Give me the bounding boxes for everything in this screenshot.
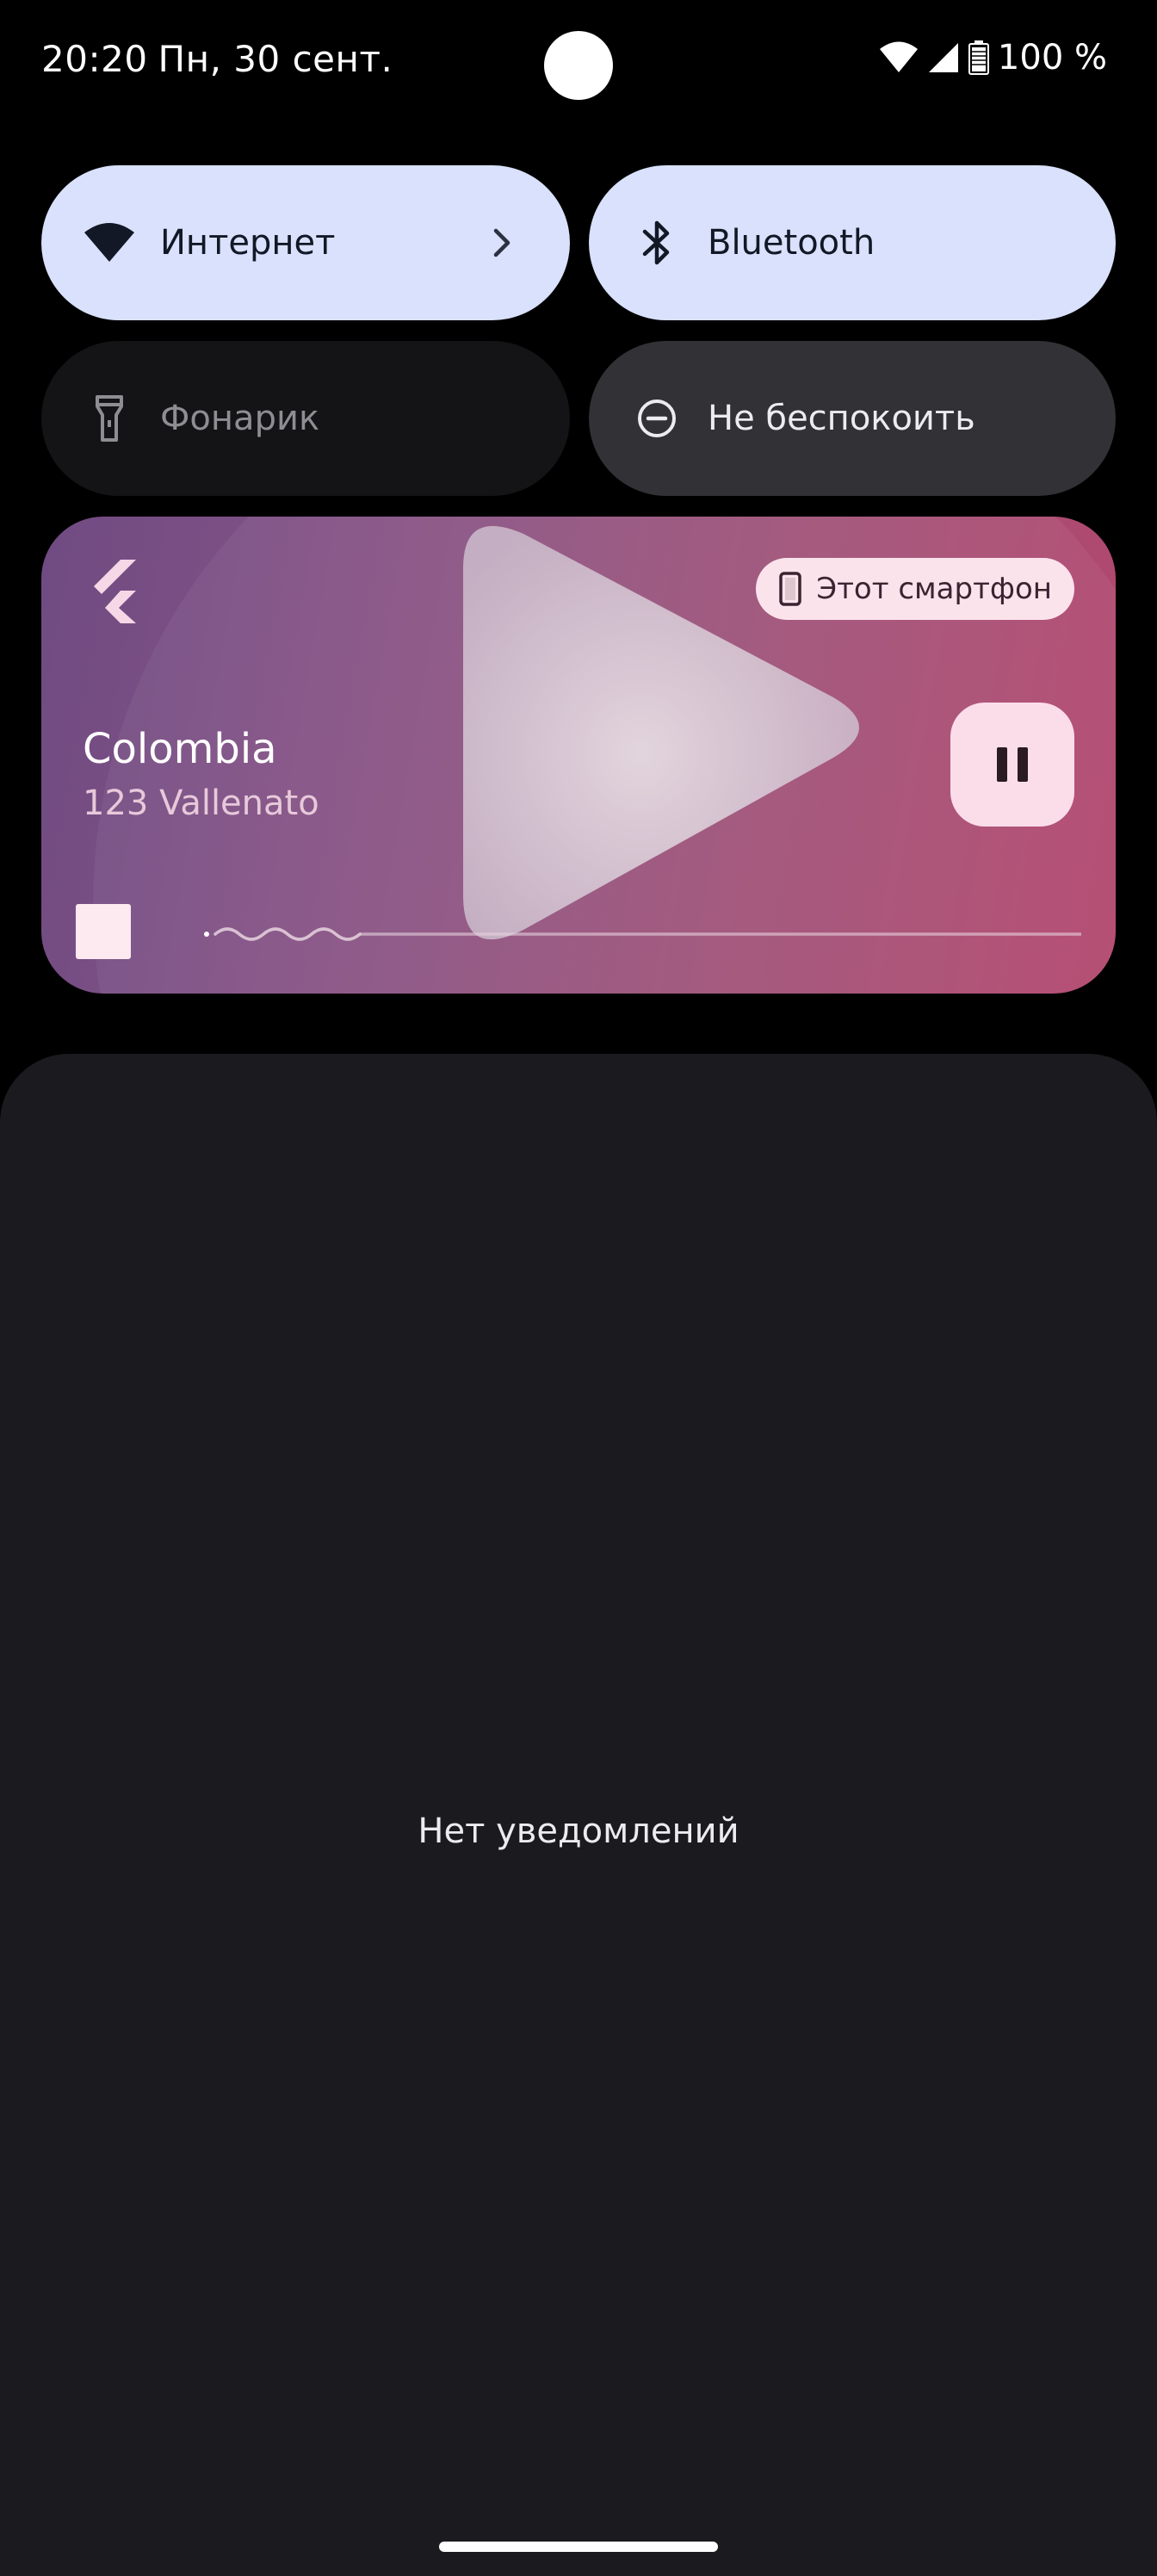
status-date: Пн, 30 сент. xyxy=(158,38,393,80)
output-device-label: Этот смартфон xyxy=(816,572,1052,606)
status-time-date: 20:20 Пн, 30 сент. xyxy=(41,38,393,80)
tile-do-not-disturb[interactable]: Не беспокоить xyxy=(589,341,1116,496)
battery-icon xyxy=(968,40,989,75)
media-artist: 123 Vallenato xyxy=(83,783,319,823)
camera-cutout xyxy=(544,31,613,100)
wifi-icon xyxy=(879,41,919,74)
flutter-logo-icon xyxy=(94,560,136,623)
notification-shade: Нет уведомлений xyxy=(0,1054,1157,2576)
media-player-card[interactable]: Этот смартфон Colombia 123 Vallenato xyxy=(41,517,1116,994)
tile-flashlight[interactable]: Фонарик xyxy=(41,341,570,496)
pause-button[interactable] xyxy=(950,703,1074,827)
tile-bluetooth-label: Bluetooth xyxy=(708,223,875,263)
tile-flashlight-label: Фонарик xyxy=(160,399,320,438)
no-notifications-text: Нет уведомлений xyxy=(418,1811,739,1851)
status-indicators: 100 % xyxy=(879,38,1107,77)
chevron-right-icon[interactable] xyxy=(475,216,529,269)
wifi-icon xyxy=(83,216,136,269)
tile-bluetooth[interactable]: Bluetooth xyxy=(589,165,1116,320)
cell-signal-icon xyxy=(927,41,960,74)
do-not-disturb-icon xyxy=(630,392,684,445)
tile-internet[interactable]: Интернет xyxy=(41,165,570,320)
smartphone-icon xyxy=(779,572,802,606)
stop-button[interactable] xyxy=(76,904,131,959)
tile-dnd-label: Не беспокоить xyxy=(708,399,975,438)
flashlight-icon xyxy=(83,392,136,445)
status-bar: 20:20 Пн, 30 сент. 100 % xyxy=(0,0,1157,129)
home-gesture-bar[interactable] xyxy=(439,2542,718,2552)
media-title: Colombia xyxy=(83,725,277,773)
bluetooth-icon xyxy=(630,216,684,269)
output-device-chip[interactable]: Этот смартфон xyxy=(756,558,1074,620)
seek-bar[interactable] xyxy=(203,921,1081,947)
battery-percent: 100 % xyxy=(997,38,1107,77)
pause-icon xyxy=(997,747,1028,782)
tile-internet-label: Интернет xyxy=(160,223,336,263)
status-time: 20:20 xyxy=(41,38,148,80)
